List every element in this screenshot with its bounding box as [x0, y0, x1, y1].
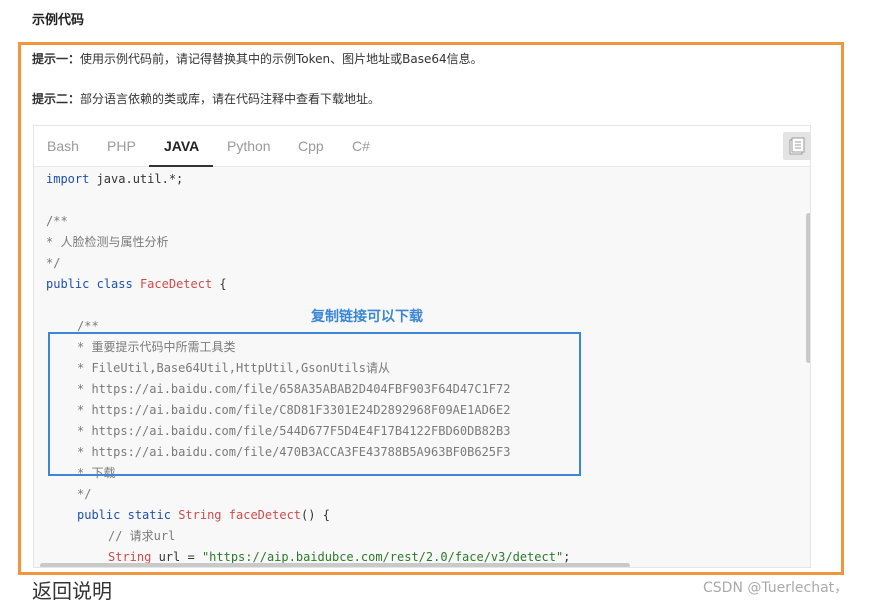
code-line: public static String faceDetect() {: [77, 508, 330, 522]
tip-one-text: 使用示例代码前，请记得替换其中的示例Token、图片地址或Base64信息。: [80, 52, 483, 66]
tab-java[interactable]: JAVA: [164, 138, 199, 154]
tab-bash[interactable]: Bash: [47, 138, 79, 154]
tab-csharp[interactable]: C#: [352, 138, 370, 154]
code-line: */: [46, 256, 61, 270]
copy-button[interactable]: [783, 132, 810, 160]
code-line: */: [77, 487, 92, 501]
section-title: 示例代码: [32, 13, 85, 28]
tab-cpp[interactable]: Cpp: [298, 138, 324, 154]
tip-one-label: 提示一：: [32, 52, 81, 66]
annotation-label: 复制链接可以下载: [311, 309, 423, 325]
code-line: public class FaceDetect {: [46, 277, 227, 291]
tip-two-label: 提示二：: [32, 92, 81, 106]
return-description-heading: 返回说明: [32, 579, 112, 603]
code-line: /**: [46, 214, 68, 228]
tip-two: 提示二：部分语言依赖的类或库，请在代码注释中查看下载地址。: [32, 90, 380, 107]
tab-php[interactable]: PHP: [107, 138, 136, 154]
tip-two-text: 部分语言依赖的类或库，请在代码注释中查看下载地址。: [80, 92, 381, 106]
tip-one: 提示一：使用示例代码前，请记得替换其中的示例Token、图片地址或Base64信…: [32, 50, 483, 67]
code-line: * 人脸检测与属性分析: [46, 235, 169, 249]
language-tabs: Bash PHP JAVA Python Cpp C#: [34, 126, 810, 167]
horizontal-scrollbar[interactable]: [40, 563, 630, 567]
copy-icon: [789, 137, 805, 155]
vertical-scrollbar[interactable]: [806, 213, 810, 363]
code-line: // 请求url: [108, 529, 176, 543]
code-line: import java.util.*;: [46, 172, 184, 186]
annotation-box: [48, 332, 581, 476]
watermark: CSDN @Tuerlechat，: [703, 580, 849, 596]
tab-python[interactable]: Python: [227, 138, 271, 154]
